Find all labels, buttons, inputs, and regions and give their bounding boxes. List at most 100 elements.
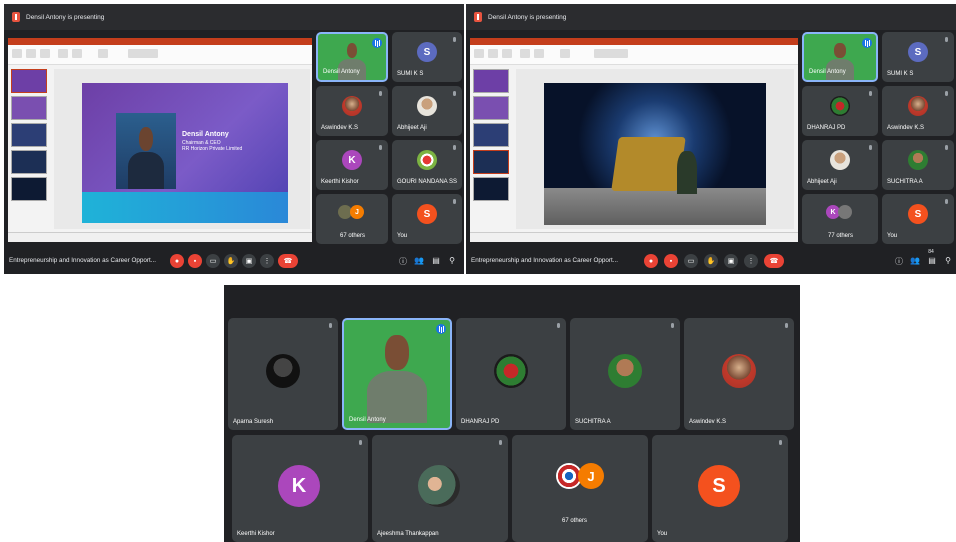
tile-you[interactable]: S You [652,435,788,542]
mic-off-icon [452,91,457,98]
avatar [418,465,460,507]
slide-thumb[interactable] [473,123,509,147]
slide-thumb[interactable] [11,123,47,147]
activities-icon[interactable]: ⚲ [943,256,953,265]
captions-icon[interactable]: ▭ [206,254,220,268]
tile-dhanraj[interactable]: DHANRAJ PD [456,318,566,430]
camera-off-icon[interactable]: ▪ [188,254,202,268]
people-icon[interactable]: 👥 [414,256,424,265]
tile-ajeeshma[interactable]: Ajeeshma Thankappan [372,435,508,542]
tile-you[interactable]: S You [392,194,462,244]
slide-text: Densil Antony Chairman & CEO RR Horizon … [182,131,242,152]
captions-icon[interactable]: ▭ [684,254,698,268]
tile-name: SUCHITRA A [575,419,611,425]
camera-off-icon[interactable]: ▪ [664,254,678,268]
tile-name: Ajeeshma Thankappan [377,531,439,537]
mic-off-icon [944,37,949,44]
avatar [830,150,850,170]
mic-off-icon [556,323,561,330]
tile-others[interactable]: J 67 others [512,435,648,542]
slide-thumb[interactable] [11,69,47,93]
tile-aswindev[interactable]: Aswindev K.S [882,86,954,136]
tile-sumi[interactable]: S SUMI K S [392,32,462,82]
tile-name: DHANRAJ PD [807,125,846,131]
ppt-status-bar [8,232,312,242]
tile-name: Aswindev K.S [689,419,727,425]
people-icon[interactable]: 👥 [910,256,920,265]
avatar [266,354,300,388]
mic-off-icon [944,145,949,152]
tile-abhijeet[interactable]: Abhijeet Aji [802,140,878,190]
tile-dhanraj[interactable]: DHANRAJ PD [802,86,878,136]
tile-densil[interactable]: Densil Antony [802,32,878,82]
mic-off-icon [868,91,873,98]
slide-thumb[interactable] [473,96,509,120]
tile-aswindev[interactable]: Aswindev K.S [684,318,794,430]
info-icon[interactable]: ⓘ [398,256,408,267]
present-icon[interactable]: ▣ [724,254,738,268]
tile-name: Keerthi Kishor [237,531,275,537]
slide-thumb[interactable] [11,150,47,174]
more-options-icon[interactable]: ⋮ [744,254,758,268]
avatar: J [578,463,604,489]
avatar: S [908,42,928,62]
avatar: J [350,205,364,219]
tile-name: Densil Antony [809,69,846,75]
activities-icon[interactable]: ⚲ [447,256,457,265]
slide-band [82,192,288,223]
tile-aswindev[interactable]: Aswindev K.S [316,86,388,136]
hang-up-icon[interactable]: ☎ [278,254,298,268]
mic-off-icon [328,323,333,330]
more-options-icon[interactable]: ⋮ [260,254,274,268]
raise-hand-icon[interactable]: ✋ [704,254,718,268]
meeting-controls: Entrepreneurship and Innovation as Caree… [466,248,956,274]
tile-name: SUCHITRA A [887,179,923,185]
chat-icon[interactable]: ▤ [431,256,441,265]
mic-off-icon [452,37,457,44]
tile-densil[interactable]: Densil Antony [342,318,452,430]
ppt-title-bar [470,38,798,45]
slide-thumbnails[interactable] [473,69,511,224]
mic-off-icon [378,91,383,98]
tile-suchitra[interactable]: SUCHITRA A [570,318,680,430]
tile-name: SUMI K S [887,71,914,77]
tile-gouri[interactable]: GOURI NANDANA SS [392,140,462,190]
lander-image [611,136,686,191]
tile-keerthi[interactable]: K Keerthi Kishor [316,140,388,190]
present-icon [12,12,20,22]
mic-off-icon[interactable]: ● [170,254,184,268]
info-icon[interactable]: ⓘ [894,256,904,267]
meeting-controls: Entrepreneurship and Innovation as Caree… [4,248,464,274]
tile-name: You [657,531,668,537]
avatar [342,96,362,116]
avatar [908,96,928,116]
tile-you[interactable]: S You [882,194,954,244]
avatar: S [417,42,437,62]
present-icon[interactable]: ▣ [242,254,256,268]
avatar [417,96,437,116]
current-slide [544,83,766,225]
mic-off-icon [378,145,383,152]
tile-name: DHANRAJ PD [461,419,500,425]
tile-keerthi[interactable]: K Keerthi Kishor [232,435,368,542]
ppt-ribbon [470,45,798,65]
tile-densil[interactable]: Densil Antony [316,32,388,82]
chat-icon[interactable]: ▤ [927,256,937,265]
slide-thumb[interactable] [473,69,509,93]
hang-up-icon[interactable]: ☎ [764,254,784,268]
slide-thumb[interactable] [473,150,509,174]
tile-sumi[interactable]: S SUMI K S [882,32,954,82]
slide-thumbnails[interactable] [11,69,49,224]
slide-thumb[interactable] [473,177,509,201]
raise-hand-icon[interactable]: ✋ [224,254,238,268]
tile-suchitra[interactable]: SUCHITRA A [882,140,954,190]
tile-aparna[interactable]: Aparna Suresh [228,318,338,430]
mic-off-icon[interactable]: ● [644,254,658,268]
mic-off-icon [670,323,675,330]
slide-thumb[interactable] [11,177,47,201]
tile-abhijeet[interactable]: Abhijeet Aji [392,86,462,136]
tile-others[interactable]: K 77 others [802,194,878,244]
tile-others[interactable]: J 67 others [316,194,388,244]
slide-thumb[interactable] [11,96,47,120]
tile-name: Abhijeet Aji [807,179,837,185]
